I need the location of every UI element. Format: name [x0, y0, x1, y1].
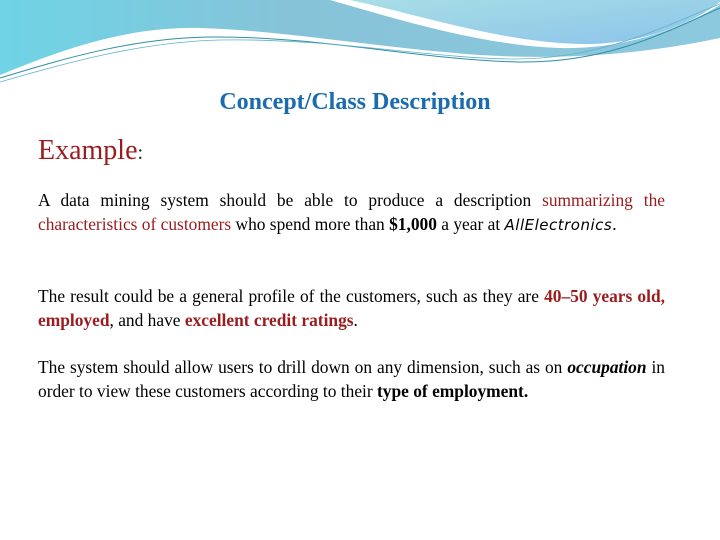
- text-run: The system should allow users to drill d…: [38, 357, 568, 377]
- text-run: who spend more than: [231, 214, 390, 234]
- text-run: .: [612, 214, 617, 234]
- text-run: The result could be a general profile of…: [38, 286, 545, 306]
- paragraph-profile: The result could be a general profile of…: [38, 284, 665, 332]
- header-wave-decoration: [0, 0, 720, 90]
- employment-type-term: type of employment.: [377, 381, 529, 401]
- example-label: Example: [38, 135, 138, 166]
- company-name: AllElectronics: [504, 216, 613, 234]
- text-run: .: [353, 310, 358, 330]
- text-run: , and have: [109, 310, 185, 330]
- example-heading: Example:: [38, 135, 143, 167]
- slide-title: Concept/Class Description: [219, 89, 491, 115]
- text-run: a year at: [436, 214, 505, 234]
- highlight-credit: excellent credit ratings: [184, 310, 354, 330]
- paragraph-description: A data mining system should be able to p…: [38, 188, 665, 237]
- text-run: A data mining system should be able to p…: [38, 190, 543, 210]
- example-colon: :: [137, 142, 144, 164]
- paragraph-drilldown: The system should allow users to drill d…: [38, 355, 665, 403]
- amount-bold: $1,000: [389, 214, 437, 234]
- occupation-term: occupation: [567, 357, 647, 377]
